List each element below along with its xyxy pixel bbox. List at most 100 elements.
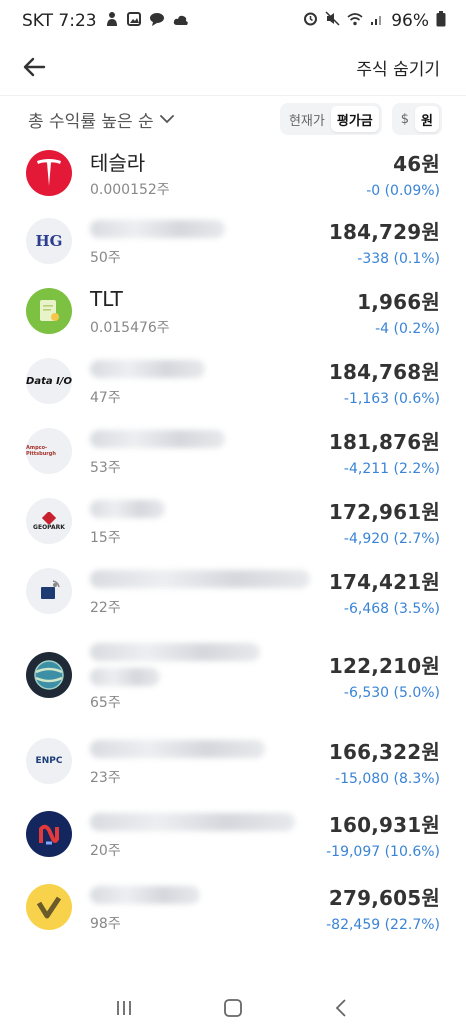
stock-name-blurred [90, 565, 329, 593]
stock-name: 테슬라 [90, 150, 146, 175]
header-divider [0, 95, 466, 96]
satellite-logo-icon [26, 568, 72, 614]
stock-change: -6,530 (5.0%) [343, 684, 440, 701]
chevron-left-icon [335, 999, 346, 1017]
stock-quantity: 98주 [90, 916, 121, 932]
logo-text: Data I/O [26, 375, 72, 387]
stock-change: -0 (0.09%) [366, 182, 440, 199]
stock-quantity: 53주 [90, 460, 121, 476]
stock-value: 184,768원 [328, 359, 440, 384]
cloud-icon [173, 11, 189, 31]
stock-name-blurred [90, 355, 329, 383]
globe-logo-icon [26, 652, 72, 698]
stock-quantity: 22주 [90, 600, 121, 616]
list-controls: 총 수익률 높은 순 현재가 평가금 $ 원 [0, 102, 466, 136]
stock-name: TLT [90, 287, 123, 311]
stock-value: 122,210원 [328, 653, 440, 678]
battery-text: 96% [391, 11, 429, 31]
battery-icon [436, 10, 446, 32]
chat-icon [149, 11, 165, 31]
stock-quantity: 65주 [90, 695, 121, 711]
system-nav-bar [0, 985, 466, 1035]
stock-change: -1,163 (0.6%) [343, 390, 440, 407]
stock-quantity: 50주 [90, 250, 121, 266]
stock-name-blurred [90, 425, 329, 453]
tab-krw[interactable]: 원 [415, 106, 439, 132]
stock-row[interactable]: ENPC 23주 166,322원 -15,080 (8.3%) [0, 724, 466, 798]
tab-current-price[interactable]: 현재가 [283, 106, 331, 132]
stock-change: -4,920 (2.7%) [343, 530, 440, 547]
stock-value: 1,966원 [357, 289, 440, 314]
stock-value: 46원 [393, 151, 440, 176]
home-icon [224, 999, 242, 1017]
tesla-logo-icon [26, 150, 72, 196]
logo-text: Ampco-Pittsburgh [26, 445, 56, 457]
system-back-button[interactable] [332, 998, 352, 1022]
recent-apps-button[interactable] [114, 998, 134, 1022]
stock-row[interactable]: 테슬라 0.000152주 46원 -0 (0.09%) [0, 140, 466, 206]
stock-change: -338 (0.1%) [357, 250, 440, 267]
stock-row[interactable]: GEOPARK 15주 172,961원 -4,920 (2.7%) [0, 486, 466, 556]
alarm-icon [303, 11, 318, 31]
status-bar: SKT 7:23 96% [0, 0, 466, 42]
stock-row[interactable]: Data I/O 47주 184,768원 -1,163 (0.6%) [0, 346, 466, 416]
wifi-icon [347, 11, 363, 31]
stock-value: 166,322원 [328, 739, 440, 764]
geopark-logo-icon: GEOPARK [26, 498, 72, 544]
data-io-logo-icon: Data I/O [26, 358, 72, 404]
price-mode-toggle: 현재가 평가금 [279, 103, 382, 135]
stock-quantity: 15주 [90, 530, 121, 546]
stock-change: -4,211 (2.2%) [343, 460, 440, 477]
logo-text: ENPC [35, 756, 63, 766]
stock-value: 172,961원 [328, 499, 440, 524]
recents-icon [117, 1001, 132, 1015]
stock-quantity: 0.000152주 [90, 182, 170, 198]
stock-name-blurred-line2 [90, 666, 329, 688]
gallery-icon [126, 11, 141, 31]
hide-stocks-button[interactable]: 주식 숨기기 [356, 55, 440, 80]
stock-change: -4 (0.2%) [375, 320, 440, 337]
stock-value: 279,605원 [328, 885, 440, 910]
blue-red-logo-icon [26, 811, 72, 857]
mute-icon [325, 11, 340, 31]
currency-toggle: $ 원 [391, 103, 442, 135]
hg-logo-icon: HG [26, 218, 72, 264]
tlt-logo-icon [26, 288, 72, 334]
stock-quantity: 0.015476주 [90, 320, 170, 336]
stock-list: 테슬라 0.000152주 46원 -0 (0.09%) HG 50주 184,… [0, 140, 466, 944]
tab-usd[interactable]: $ [395, 106, 415, 132]
top-bar: 주식 숨기기 [0, 42, 466, 92]
stock-row[interactable]: Ampco-Pittsburgh 53주 181,876원 -4,211 (2.… [0, 416, 466, 486]
stock-change: -82,459 (22.7%) [326, 916, 440, 933]
stock-name-blurred [90, 215, 329, 243]
stock-quantity: 47주 [90, 390, 121, 406]
stock-value: 181,876원 [328, 429, 440, 454]
chevron-down-icon [159, 115, 174, 124]
stock-row[interactable]: TLT 0.015476주 1,966원 -4 (0.2%) [0, 276, 466, 346]
enpc-logo-icon: ENPC [26, 738, 72, 784]
stock-change: -19,097 (10.6%) [326, 843, 440, 860]
stock-change: -6,468 (3.5%) [343, 600, 440, 617]
stock-value: 174,421원 [328, 569, 440, 594]
signal-icon [370, 11, 384, 31]
home-button[interactable] [223, 998, 243, 1022]
stock-change: -15,080 (8.3%) [335, 770, 440, 787]
checkmark-logo-icon [26, 884, 72, 930]
stock-row[interactable]: 98주 279,605원 -82,459 (22.7%) [0, 870, 466, 944]
stock-quantity: 23주 [90, 770, 121, 786]
stock-value: 184,729원 [328, 219, 440, 244]
stock-name-blurred [90, 495, 329, 523]
ampco-logo-icon: Ampco-Pittsburgh [26, 428, 72, 474]
stock-row[interactable]: 20주 160,931원 -19,097 (10.6%) [0, 798, 466, 870]
tab-valuation[interactable]: 평가금 [330, 106, 379, 132]
stock-row[interactable]: HG 50주 184,729원 -338 (0.1%) [0, 206, 466, 276]
notification-icon [105, 11, 119, 32]
stock-name-blurred [90, 881, 326, 909]
stock-quantity: 20주 [90, 843, 121, 859]
stock-row[interactable]: 22주 174,421원 -6,468 (3.5%) [0, 556, 466, 626]
stock-name-blurred [90, 638, 329, 666]
stock-name-blurred [90, 735, 329, 763]
stock-row[interactable]: 65주 122,210원 -6,530 (5.0%) [0, 626, 466, 724]
back-button[interactable] [20, 53, 48, 81]
sort-dropdown[interactable]: 총 수익률 높은 순 [28, 107, 280, 132]
